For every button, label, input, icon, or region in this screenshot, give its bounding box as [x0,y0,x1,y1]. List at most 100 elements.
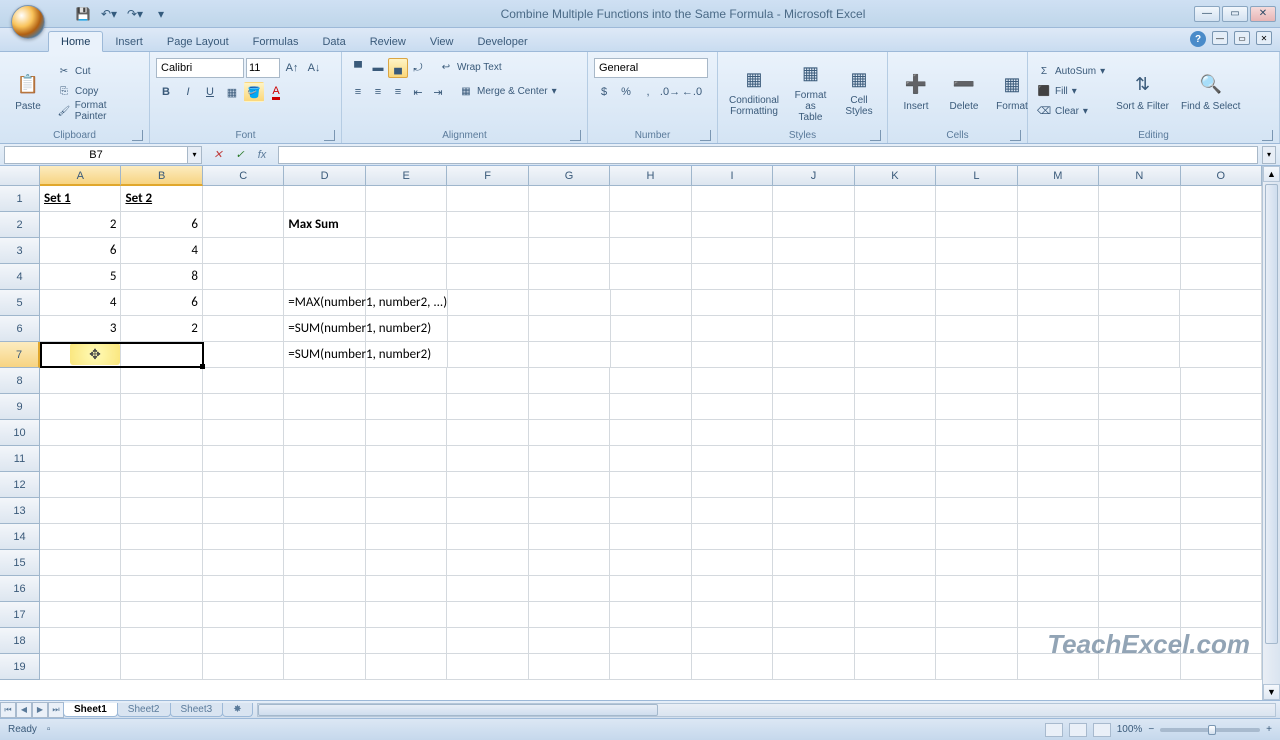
cell-F17[interactable] [447,602,528,628]
cell-K9[interactable] [855,394,936,420]
row-header-14[interactable]: 14 [0,524,40,550]
cell-A4[interactable]: 5 [40,264,121,290]
row-header-3[interactable]: 3 [0,238,40,264]
cell-B17[interactable] [121,602,202,628]
cell-L15[interactable] [936,550,1017,576]
cell-H1[interactable] [610,186,691,212]
cell-C19[interactable] [203,654,284,680]
zoom-in-button[interactable]: + [1266,724,1272,735]
cell-B19[interactable] [121,654,202,680]
cell-I2[interactable] [692,212,773,238]
orientation-button[interactable]: ⤾ [408,58,428,78]
cell-N15[interactable] [1099,550,1180,576]
cell-M16[interactable] [1018,576,1099,602]
cell-B10[interactable] [121,420,202,446]
cell-C14[interactable] [203,524,284,550]
cell-H19[interactable] [610,654,691,680]
cell-A12[interactable] [40,472,121,498]
paste-button[interactable]: 📋 Paste [6,69,50,114]
cell-G14[interactable] [529,524,610,550]
cell-L9[interactable] [936,394,1017,420]
cell-F11[interactable] [447,446,528,472]
cell-K16[interactable] [855,576,936,602]
cell-B15[interactable] [121,550,202,576]
cell-B11[interactable] [121,446,202,472]
cell-C10[interactable] [203,420,284,446]
cell-L18[interactable] [936,628,1017,654]
cell-L17[interactable] [936,602,1017,628]
cell-M6[interactable] [1018,316,1099,342]
sheet-tab-1[interactable]: Sheet1 [63,703,118,717]
cell-H13[interactable] [610,498,691,524]
scroll-thumb[interactable] [1265,184,1278,644]
currency-button[interactable]: $ [594,82,614,102]
cell-M19[interactable] [1018,654,1099,680]
align-right-button[interactable]: ≡ [388,82,408,102]
sort-filter-button[interactable]: ⇅Sort & Filter [1112,69,1173,114]
cell-H12[interactable] [610,472,691,498]
cell-L13[interactable] [936,498,1017,524]
cell-C3[interactable] [203,238,284,264]
cell-C13[interactable] [203,498,284,524]
cell-E10[interactable] [366,420,447,446]
cell-C17[interactable] [203,602,284,628]
cell-L3[interactable] [936,238,1017,264]
cell-M7[interactable] [1018,342,1099,368]
insert-cells-button[interactable]: ➕Insert [894,69,938,114]
column-header-G[interactable]: G [529,166,610,186]
cell-F4[interactable] [447,264,528,290]
cell-N9[interactable] [1099,394,1180,420]
cell-O3[interactable] [1181,238,1262,264]
bold-button[interactable]: B [156,82,176,102]
cell-C15[interactable] [203,550,284,576]
font-name-select[interactable] [156,58,244,78]
cell-L4[interactable] [936,264,1017,290]
cell-D15[interactable] [284,550,365,576]
cell-D8[interactable] [284,368,365,394]
minimize-button[interactable]: — [1194,6,1220,22]
select-all-corner[interactable] [0,166,40,186]
cell-K4[interactable] [855,264,936,290]
cell-O10[interactable] [1181,420,1262,446]
row-header-16[interactable]: 16 [0,576,40,602]
cell-G9[interactable] [529,394,610,420]
cell-G7[interactable] [529,342,610,368]
cell-J11[interactable] [773,446,854,472]
cell-J7[interactable] [773,342,854,368]
formula-input[interactable] [278,146,1258,164]
cell-M15[interactable] [1018,550,1099,576]
cell-G3[interactable] [529,238,610,264]
fill-color-button[interactable]: 🪣 [244,82,264,102]
cell-K18[interactable] [855,628,936,654]
underline-button[interactable]: U [200,82,220,102]
cell-J15[interactable] [773,550,854,576]
cell-J18[interactable] [773,628,854,654]
cell-O18[interactable] [1181,628,1262,654]
cell-A1[interactable]: Set 1 [40,186,121,212]
cell-I18[interactable] [692,628,773,654]
cell-E13[interactable] [366,498,447,524]
cell-H17[interactable] [610,602,691,628]
cell-K2[interactable] [855,212,936,238]
cell-M14[interactable] [1018,524,1099,550]
border-button[interactable]: ▦ [222,82,242,102]
cell-D14[interactable] [284,524,365,550]
cell-I1[interactable] [692,186,773,212]
workbook-close-button[interactable]: ✕ [1256,31,1272,45]
cell-O6[interactable] [1180,316,1261,342]
cell-A16[interactable] [40,576,121,602]
scroll-up-icon[interactable]: ▲ [1263,166,1280,182]
cell-O11[interactable] [1181,446,1262,472]
cell-K10[interactable] [855,420,936,446]
cell-A14[interactable] [40,524,121,550]
wrap-text-button[interactable]: ↩Wrap Text [436,58,505,76]
tab-formulas[interactable]: Formulas [241,32,311,51]
cell-I7[interactable] [692,342,773,368]
cell-H8[interactable] [610,368,691,394]
cell-F9[interactable] [447,394,528,420]
cell-A2[interactable]: 2 [40,212,121,238]
cell-E11[interactable] [366,446,447,472]
enter-formula-icon[interactable]: ✓ [230,146,250,164]
row-header-1[interactable]: 1 [0,186,40,212]
new-sheet-button[interactable]: ✸ [222,703,252,717]
